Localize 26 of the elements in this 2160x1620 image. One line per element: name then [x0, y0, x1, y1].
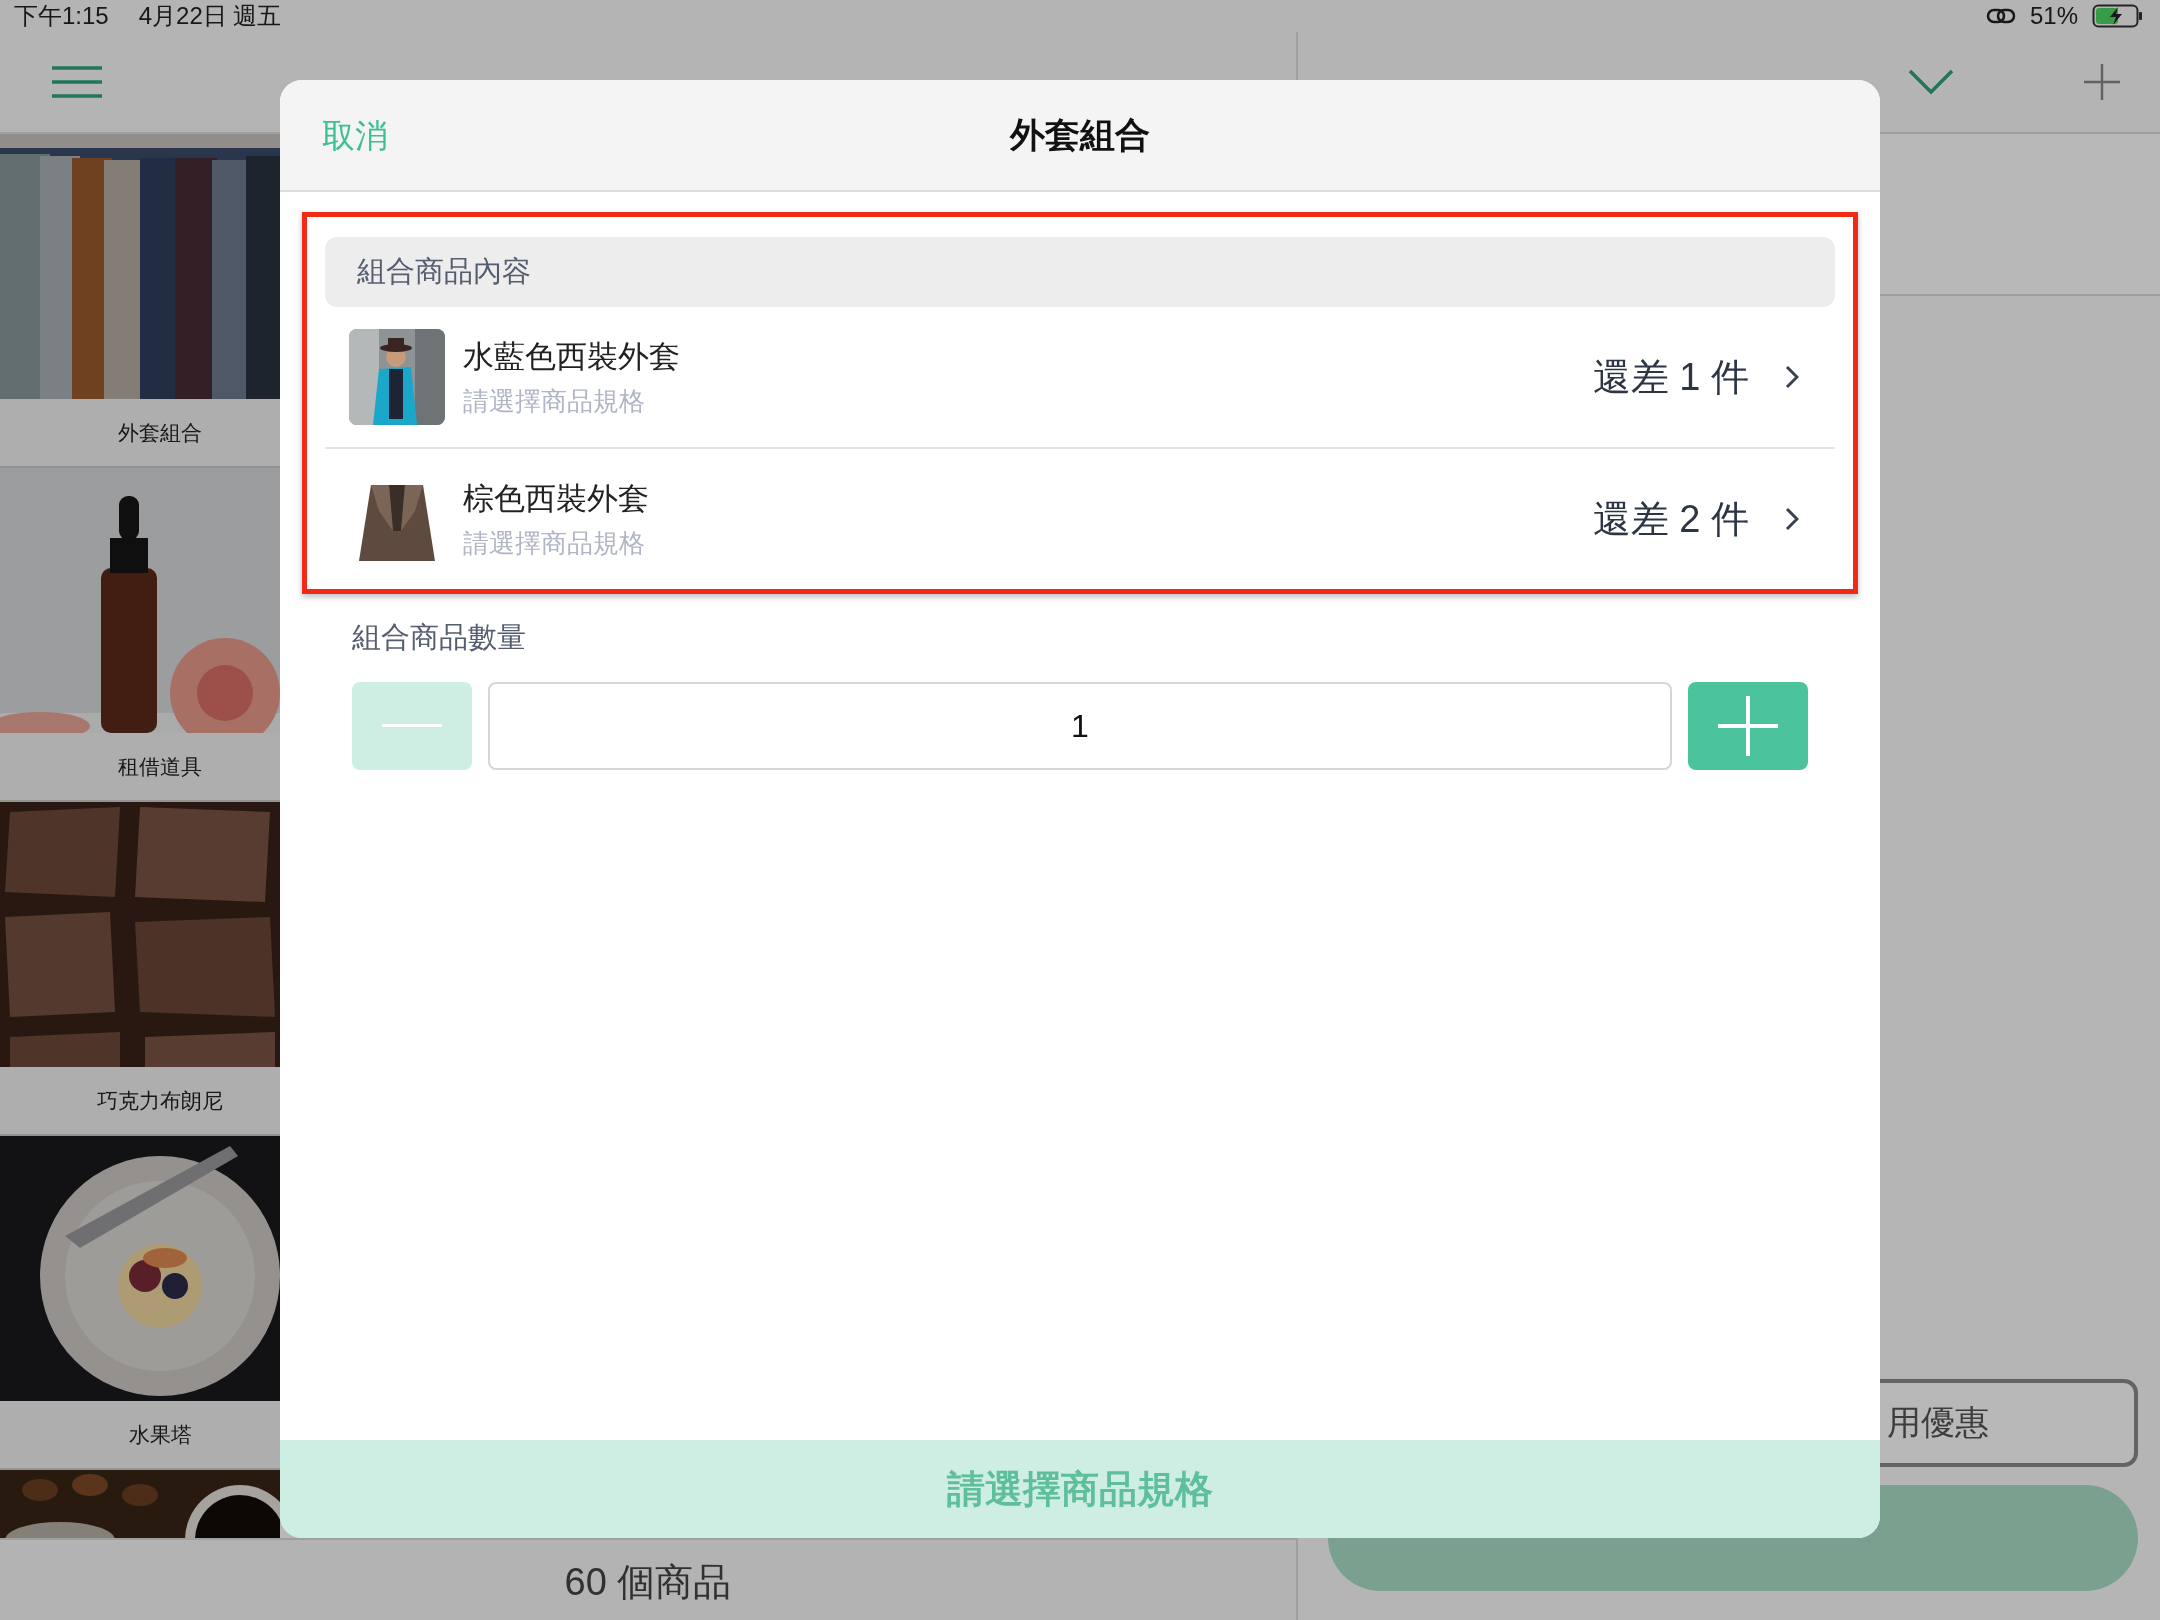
plus-icon [1718, 696, 1778, 756]
product-count: 60 個商品 [564, 1560, 732, 1605]
item-name: 棕色西裝外套 [463, 479, 650, 518]
status-date: 4月22日 週五 [138, 1, 282, 31]
remaining-count: 還差 2 件 [1592, 496, 1749, 542]
chevron-down-icon[interactable] [1908, 69, 1954, 95]
chevron-right-icon [1785, 365, 1799, 389]
item-hint: 請選擇商品規格 [463, 526, 646, 560]
increase-button[interactable] [1688, 682, 1808, 770]
battery-icon [2092, 4, 2144, 28]
menu-icon[interactable] [52, 65, 102, 99]
item-name: 水藍色西裝外套 [463, 337, 681, 376]
remaining-count: 還差 1 件 [1592, 354, 1749, 400]
bundle-item-row[interactable]: 棕色西裝外套 請選擇商品規格 還差 2 件 [325, 447, 1835, 589]
minus-icon [382, 724, 442, 728]
add-icon[interactable] [2084, 64, 2120, 100]
section-header: 組合商品內容 [325, 237, 1835, 307]
link-icon [1985, 7, 2016, 25]
modal-title: 外套組合 [1010, 113, 1150, 156]
bundle-item-row[interactable]: 水藍色西裝外套 請選擇商品規格 還差 1 件 [325, 307, 1835, 447]
item-hint: 請選擇商品規格 [463, 384, 646, 418]
quantity-field[interactable]: 1 [488, 682, 1672, 770]
status-time: 下午1:15 [14, 1, 109, 31]
chevron-right-icon [1785, 507, 1799, 531]
battery-percent: 51% [2029, 2, 2078, 30]
quantity-label: 組合商品數量 [352, 620, 527, 655]
